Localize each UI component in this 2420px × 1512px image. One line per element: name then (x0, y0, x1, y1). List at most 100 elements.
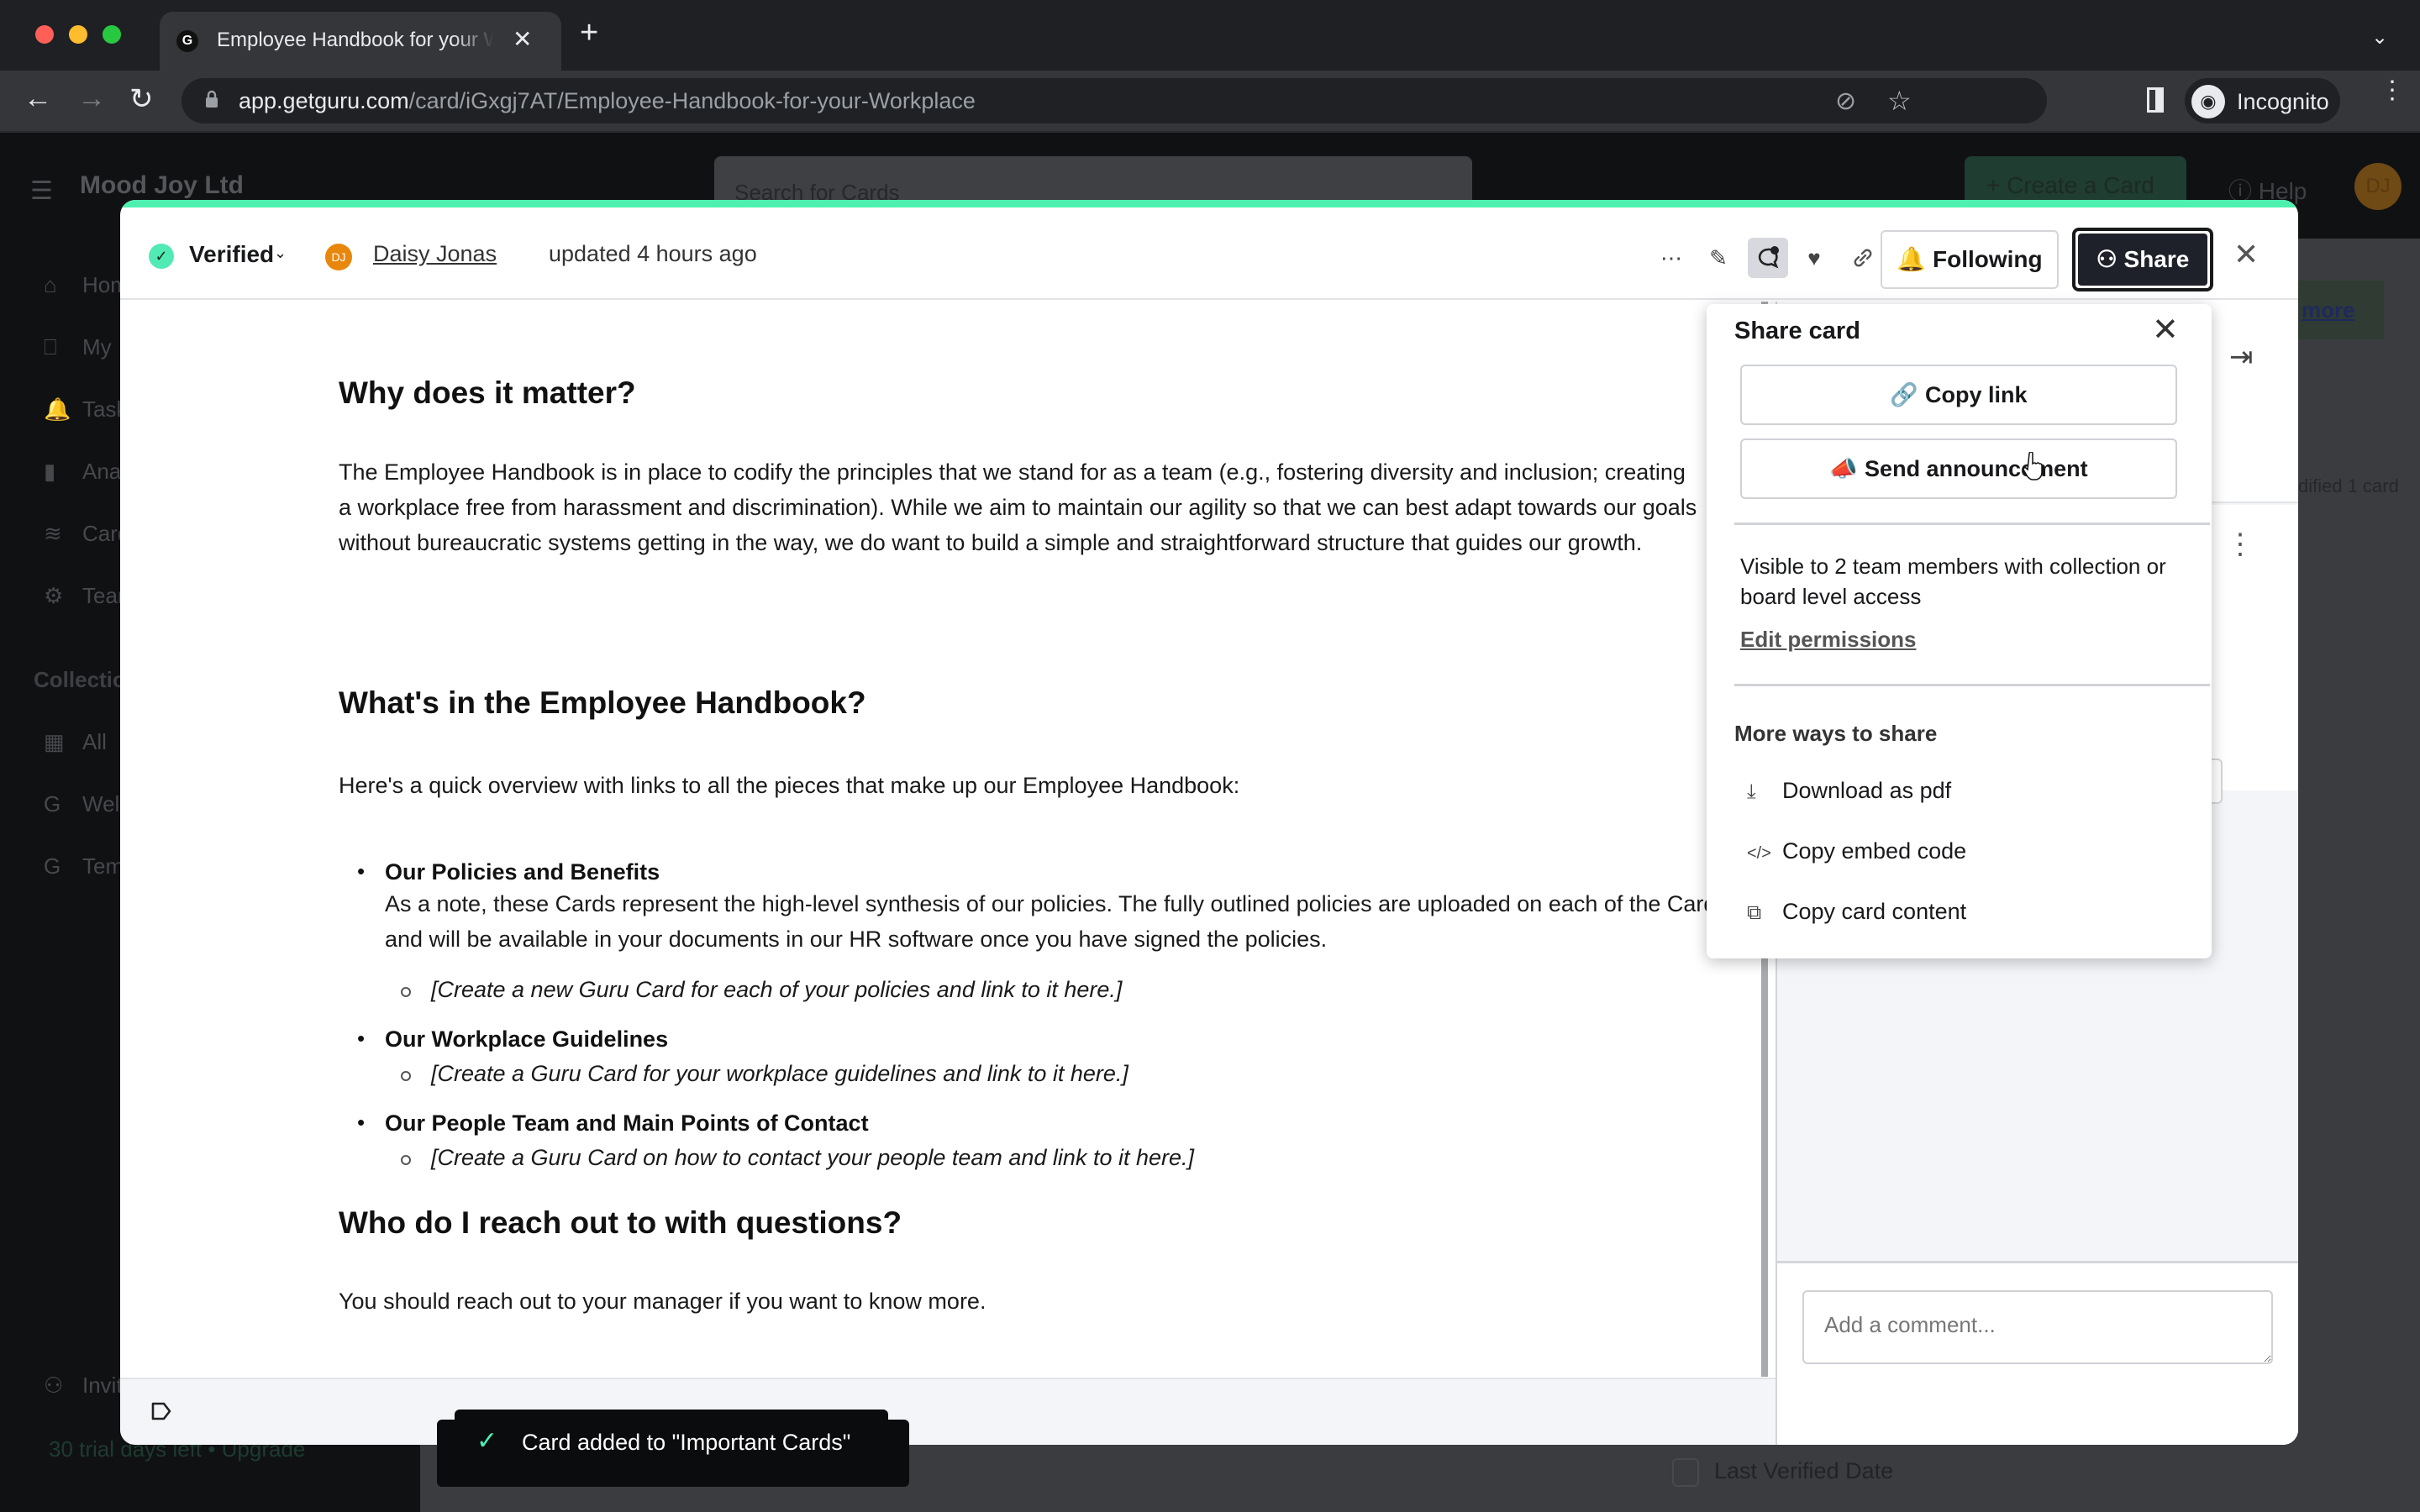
window-zoom-button[interactable] (103, 25, 121, 44)
more-options-icon[interactable]: ⋯ (1651, 238, 1691, 278)
comment-input[interactable] (1802, 1290, 2273, 1364)
megaphone-icon: 📣 (1829, 456, 1859, 481)
new-tab-button[interactable]: + (580, 17, 598, 49)
heading-why-it-matters: Why does it matter? (339, 375, 636, 410)
updated-time-text: updated 4 hours ago (549, 241, 757, 266)
url-path: /card/iGxgj7AT/Employee-Handbook-for-you… (408, 88, 976, 113)
copy-link-icon[interactable] (1843, 238, 1883, 278)
gear-icon: ⚙ (44, 583, 64, 608)
popover-title: Share card (1734, 318, 1860, 344)
bell-icon: 🔔 (1897, 246, 1927, 272)
users-icon: ⚇ (2096, 246, 2118, 272)
layers-icon: ≋ (44, 521, 62, 546)
menu-item-label: Copy embed code (1782, 838, 1967, 864)
learn-more-link[interactable]: more (2298, 281, 2384, 339)
more-ways-heading: More ways to share (1734, 721, 1938, 746)
hand-pointer-cursor-icon (2023, 452, 2043, 480)
edit-permissions-link[interactable]: Edit permissions (1740, 627, 1917, 653)
paragraph-why-it-matters: The Employee Handbook is in place to cod… (339, 459, 1697, 555)
heading-whats-in-handbook: What's in the Employee Handbook? (339, 685, 866, 720)
bullet-icon: • (357, 1110, 366, 1135)
sublist-item-people-team-link[interactable]: [Create a Guru Card on how to contact yo… (431, 1145, 1194, 1171)
bullet-icon: • (357, 858, 366, 884)
menu-item-label: Copy card content (1782, 899, 1967, 924)
bookmark-star-icon[interactable]: ☆ (1887, 85, 1912, 117)
url-host: app.getguru.com (239, 88, 409, 113)
sidebar-item-my[interactable]: ⎕ My (44, 334, 112, 361)
home-icon: ⌂ (44, 272, 57, 297)
paragraph-who-to-reach: You should reach out to your manager if … (339, 1289, 986, 1314)
collection-item-label: All (82, 729, 107, 754)
menu-item-label: Download as pdf (1782, 778, 1952, 803)
guru-favicon-icon: G (176, 30, 198, 52)
comments-icon[interactable] (1748, 238, 1788, 278)
address-bar[interactable]: app.getguru.com/card/iGxgj7AT/Employee-H… (182, 78, 2047, 123)
browser-tab[interactable]: G Employee Handbook for your Workplace ✕ (160, 12, 561, 71)
divider (1734, 522, 2210, 525)
reload-button[interactable]: ↻ (129, 82, 154, 116)
incognito-profile-button[interactable]: ◉ Incognito (2185, 78, 2340, 123)
heading-who-to-reach: Who do I reach out to with questions? (339, 1205, 902, 1240)
grid-icon: ▦ (44, 729, 65, 754)
tab-title: Employee Handbook for your Workplace (217, 29, 494, 51)
author-name-link[interactable]: Daisy Jonas (373, 241, 497, 267)
link-icon: 🔗 (1890, 382, 1919, 407)
download-pdf-item[interactable]: ⤓ Download as pdf (1747, 778, 1951, 804)
window-close-button[interactable] (35, 25, 54, 44)
sub-bullet-icon (401, 1071, 411, 1081)
share-card-popover: Share card ✕ 🔗 Copy link 📣 Send announceme… (1707, 304, 2212, 958)
close-popover-icon[interactable]: ✕ (2152, 311, 2179, 349)
incognito-icon: ◉ (2191, 85, 2225, 118)
following-button[interactable]: 🔔 Following (1881, 230, 2059, 289)
toast-notification: ✓ Card added to "Important Cards" (455, 1410, 888, 1477)
incognito-label: Incognito (2237, 89, 2329, 114)
tag-icon[interactable] (150, 1401, 172, 1421)
card-footer (120, 1378, 1776, 1445)
close-modal-icon[interactable]: ✕ (2233, 237, 2259, 272)
author-avatar: DJ (325, 244, 352, 270)
send-announcement-label: Send announcement (1865, 456, 2088, 481)
user-avatar[interactable]: DJ (2354, 163, 2402, 210)
bell-icon: 🔔 (44, 396, 71, 422)
verified-check-icon: ✓ (149, 244, 174, 269)
side-panel-icon[interactable] (2147, 87, 2164, 113)
lock-icon (206, 90, 218, 108)
close-tab-icon[interactable]: ✕ (513, 25, 532, 53)
sublist-item-policies-link[interactable]: [Create a new Guru Card for each of your… (431, 977, 1122, 1003)
copy-embed-code-item[interactable]: </> Copy embed code (1747, 838, 1966, 864)
comment-composer (1777, 1261, 2298, 1445)
card-header: ✓ Verified ⌄ DJ Daisy Jonas updated 4 ho… (120, 207, 2298, 300)
bookmark-icon: ⎕ (44, 334, 57, 360)
browser-menu-icon[interactable]: ⋮ (2380, 78, 2405, 103)
verified-status-strip (120, 200, 2298, 207)
chevron-down-icon[interactable]: ⌄ (274, 244, 287, 262)
collection-item-all[interactable]: ▦ All (44, 729, 107, 755)
share-button[interactable]: ⚇ Share (2072, 228, 2213, 291)
sub-bullet-icon (401, 987, 411, 997)
window-minimize-button[interactable] (69, 25, 87, 44)
paragraph-overview: Here's a quick overview with links to al… (339, 773, 1240, 798)
copy-card-content-item[interactable]: ⧉ Copy card content (1747, 899, 1966, 925)
copy-link-button[interactable]: 🔗 Copy link (1740, 365, 2177, 425)
verification-status-dropdown[interactable]: Verified (189, 241, 274, 268)
guru-logo-icon: G (44, 791, 61, 816)
sublist-item-guidelines-link[interactable]: [Create a Guru Card for your workplace g… (431, 1061, 1128, 1087)
collapse-panel-icon[interactable]: ⇥ (2229, 340, 2254, 374)
favorite-heart-icon[interactable]: ♥ (1794, 238, 1834, 278)
check-icon: ✓ (476, 1427, 498, 1455)
forward-button[interactable]: → (77, 82, 106, 115)
add-user-icon: ⚇ (44, 1373, 64, 1398)
tab-search-chevron-icon[interactable]: ⌄ (2371, 25, 2388, 50)
list-item-policies: Our Policies and Benefits (385, 859, 660, 885)
edit-pencil-icon[interactable]: ✎ (1698, 238, 1739, 278)
copy-icon: ⧉ (1747, 901, 1762, 924)
comment-options-icon[interactable]: ⋮ (2226, 530, 2254, 559)
toast-message: Card added to "Important Cards" (522, 1430, 851, 1455)
hamburger-menu-icon[interactable]: ☰ (30, 176, 53, 206)
browser-tab-bar: G Employee Handbook for your Workplace ✕… (0, 0, 2420, 71)
eye-off-icon[interactable]: ⊘ (1835, 87, 1856, 116)
send-announcement-button[interactable]: 📣 Send announcement (1740, 438, 2177, 499)
list-item-policies-note: As a note, these Cards represent the hig… (385, 891, 1728, 952)
back-button[interactable]: ← (24, 82, 52, 115)
list-item-people-team: Our People Team and Main Points of Conta… (385, 1110, 869, 1136)
